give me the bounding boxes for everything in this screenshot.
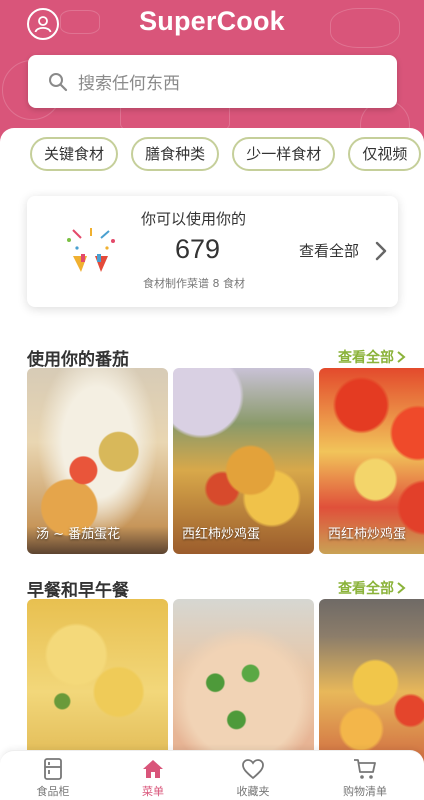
chevron-right-icon — [397, 351, 406, 363]
tab-label: 菜单 — [142, 785, 164, 798]
recipe-caption: 西红柿炒鸡蛋 — [328, 527, 407, 542]
see-all-label: 查看全部 — [338, 350, 394, 366]
recipe-row-tomato: 汤 ~ 番茄蛋花 西红柿炒鸡蛋 西红柿炒鸡蛋 — [27, 368, 424, 554]
filter-chips: 关键食材 膳食种类 少一样食材 仅视频 — [30, 137, 424, 173]
chip-meal-type[interactable]: 膳食种类 — [131, 137, 220, 171]
recipe-count: 679 — [175, 234, 221, 264]
tab-label: 食品柜 — [36, 785, 70, 798]
card-title: 你可以使用你的 — [141, 210, 247, 228]
chevron-right-icon — [375, 241, 387, 261]
card-subtitle: 食材制作菜谱 8 食材 — [143, 277, 245, 290]
heart-icon — [242, 759, 264, 780]
see-all-link[interactable]: 查看全部 — [299, 240, 359, 261]
recipe-card[interactable]: 西红柿炒鸡蛋 — [319, 368, 424, 554]
search-bar[interactable]: 搜索任何东西 — [28, 55, 397, 108]
chevron-right-icon — [397, 582, 406, 594]
recipe-card[interactable]: 汤 ~ 番茄蛋花 — [27, 368, 168, 554]
tab-pantry[interactable]: 食品柜 — [18, 757, 88, 799]
section-see-all-breakfast[interactable]: 查看全部 — [338, 578, 406, 598]
app-logo: SuperCook — [139, 6, 285, 36]
home-icon — [143, 760, 163, 778]
tab-label: 收藏夹 — [236, 785, 270, 798]
section-title-breakfast: 早餐和早午餐 — [27, 581, 129, 601]
tab-favorites[interactable]: 收藏夹 — [218, 757, 288, 799]
recipe-caption: 西红柿炒鸡蛋 — [182, 527, 261, 542]
recipe-caption: 汤 ~ 番茄蛋花 — [36, 527, 121, 542]
see-all-label: 查看全部 — [338, 581, 394, 597]
chip-missing-one[interactable]: 少一样食材 — [232, 137, 336, 171]
pantry-icon — [44, 758, 62, 780]
search-icon — [49, 72, 68, 91]
recipe-count-card[interactable]: 你可以使用你的 679 食材制作菜谱 8 食材 查看全部 — [27, 196, 398, 307]
tab-shopping-list[interactable]: 购物清单 — [330, 757, 400, 799]
recipe-card[interactable]: 西红柿炒鸡蛋 — [173, 368, 314, 554]
cart-icon — [354, 759, 376, 779]
section-title-tomato: 使用你的番茄 — [27, 350, 129, 370]
chip-video-only[interactable]: 仅视频 — [348, 137, 422, 171]
section-see-all-tomato[interactable]: 查看全部 — [338, 347, 406, 367]
tab-menu[interactable]: 菜单 — [118, 757, 188, 799]
bottom-tab-bar: 食品柜 菜单 收藏夹 购物清单 — [0, 750, 424, 800]
chip-key-ingredients[interactable]: 关键食材 — [30, 137, 119, 171]
search-input[interactable]: 搜索任何东西 — [78, 69, 180, 94]
party-popper-icon — [67, 228, 115, 272]
tab-label: 购物清单 — [343, 785, 387, 798]
